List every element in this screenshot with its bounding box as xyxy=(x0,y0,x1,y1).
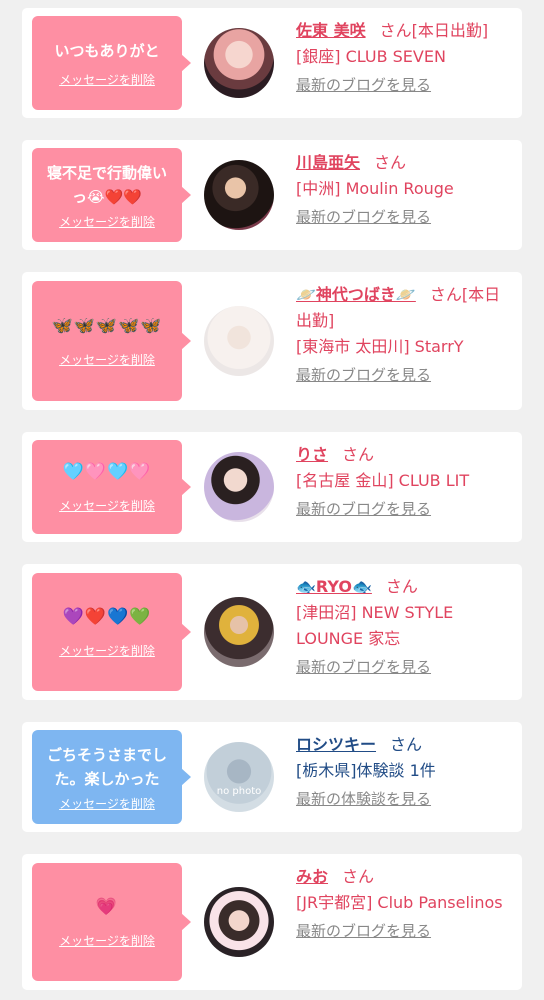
avatar[interactable] xyxy=(204,597,274,667)
cast-name-link[interactable]: 🪐神代つばき🪐 xyxy=(296,285,416,304)
latest-blog-link[interactable]: 最新のブログを見る xyxy=(296,206,514,228)
avatar[interactable] xyxy=(204,28,274,98)
message-text: 🦋🦋🦋🦋🦋 xyxy=(51,315,163,336)
latest-blog-link[interactable]: 最新のブログを見る xyxy=(296,498,514,520)
venue-text: [中洲] Moulin Rouge xyxy=(296,179,454,198)
honorific-status: さん xyxy=(385,577,418,596)
message-text: 🩵🩷🩵🩷 xyxy=(62,461,152,482)
message-card: 🦋🦋🦋🦋🦋 メッセージを削除 🪐神代つばき🪐 さん[本日出勤] [東海市 太田川]… xyxy=(22,272,522,410)
message-text: 💜❤️💙💚 xyxy=(62,606,152,627)
message-card: いつもありがと メッセージを削除 佐東 美咲 さん[本日出勤] [銀座] CLUB… xyxy=(22,8,522,118)
cast-name-link[interactable]: りさ xyxy=(296,445,328,464)
venue-text: [津田沼] NEW STYLE LOUNGE 家忘 xyxy=(296,603,454,648)
delete-message-link[interactable]: メッセージを削除 xyxy=(59,71,155,88)
delete-message-link[interactable]: メッセージを削除 xyxy=(59,642,155,659)
avatar[interactable] xyxy=(204,887,274,957)
honorific: さん xyxy=(390,735,423,754)
delete-message-link[interactable]: メッセージを削除 xyxy=(59,213,155,230)
message-card: 寝不足で行動偉いっ😭❤️❤️ メッセージを削除 川島亜矢 さん [中洲] Moul… xyxy=(22,140,522,250)
avatar[interactable] xyxy=(204,306,274,376)
latest-blog-link[interactable]: 最新のブログを見る xyxy=(296,74,514,96)
cast-name-link[interactable]: 川島亜矢 xyxy=(296,153,360,172)
message-text: 寝不足で行動偉いっ😭❤️❤️ xyxy=(46,163,167,206)
delete-message-link[interactable]: メッセージを削除 xyxy=(59,351,155,368)
review-count-text: [栃木県]体験談 1件 xyxy=(296,761,436,780)
message-text: ごちそうさまでした。楽しかった xyxy=(46,745,167,788)
cast-name-link[interactable]: 🐟RYO🐟 xyxy=(296,577,372,596)
venue-text: [東海市 太田川] StarrY xyxy=(296,337,464,356)
message-card: 💜❤️💙💚 メッセージを削除 🐟RYO🐟 さん [津田沼] NEW STYLE L… xyxy=(22,564,522,700)
delete-message-link[interactable]: メッセージを削除 xyxy=(59,932,155,949)
message-bubble: 💜❤️💙💚 メッセージを削除 xyxy=(32,573,191,691)
latest-review-link[interactable]: 最新の体験談を見る xyxy=(296,788,514,810)
message-card: ごちそうさまでした。楽しかった メッセージを削除 no photo ロシツキーさ… xyxy=(22,722,522,832)
message-text: いつもありがと xyxy=(54,41,160,60)
user-name-link[interactable]: ロシツキー xyxy=(296,735,376,754)
delete-message-link[interactable]: メッセージを削除 xyxy=(59,795,155,812)
message-card: 💗 メッセージを削除 みお さん [JR宇都宮] Club Panselinos … xyxy=(22,854,522,990)
latest-blog-link[interactable]: 最新のブログを見る xyxy=(296,656,514,678)
honorific-status: さん xyxy=(342,867,375,886)
message-text: 💗 xyxy=(95,896,119,917)
message-bubble: 🩵🩷🩵🩷 メッセージを削除 xyxy=(32,440,191,534)
message-bubble: ごちそうさまでした。楽しかった メッセージを削除 xyxy=(32,730,191,824)
message-bubble: いつもありがと メッセージを削除 xyxy=(32,16,191,110)
honorific-status: さん xyxy=(342,445,375,464)
avatar[interactable] xyxy=(204,160,274,230)
message-card: 🩵🩷🩵🩷 メッセージを削除 りさ さん [名古屋 金山] CLUB LIT 最新の… xyxy=(22,432,522,542)
venue-text: [JR宇都宮] Club Panselinos xyxy=(296,893,503,912)
honorific-status: さん[本日出勤] xyxy=(379,21,489,40)
honorific-status: さん xyxy=(374,153,407,172)
delete-message-link[interactable]: メッセージを削除 xyxy=(59,497,155,514)
cast-name-link[interactable]: 佐東 美咲 xyxy=(296,21,366,40)
cast-name-link[interactable]: みお xyxy=(296,867,328,886)
message-bubble: 🦋🦋🦋🦋🦋 メッセージを削除 xyxy=(32,281,191,401)
no-photo-label: no photo xyxy=(216,786,262,797)
venue-text: [名古屋 金山] CLUB LIT xyxy=(296,471,470,490)
latest-blog-link[interactable]: 最新のブログを見る xyxy=(296,920,514,942)
message-bubble: 寝不足で行動偉いっ😭❤️❤️ メッセージを削除 xyxy=(32,148,191,242)
avatar[interactable]: no photo xyxy=(204,742,274,812)
latest-blog-link[interactable]: 最新のブログを見る xyxy=(296,364,514,386)
venue-text: [銀座] CLUB SEVEN xyxy=(296,47,446,66)
avatar[interactable] xyxy=(204,452,274,522)
message-bubble: 💗 メッセージを削除 xyxy=(32,863,191,981)
